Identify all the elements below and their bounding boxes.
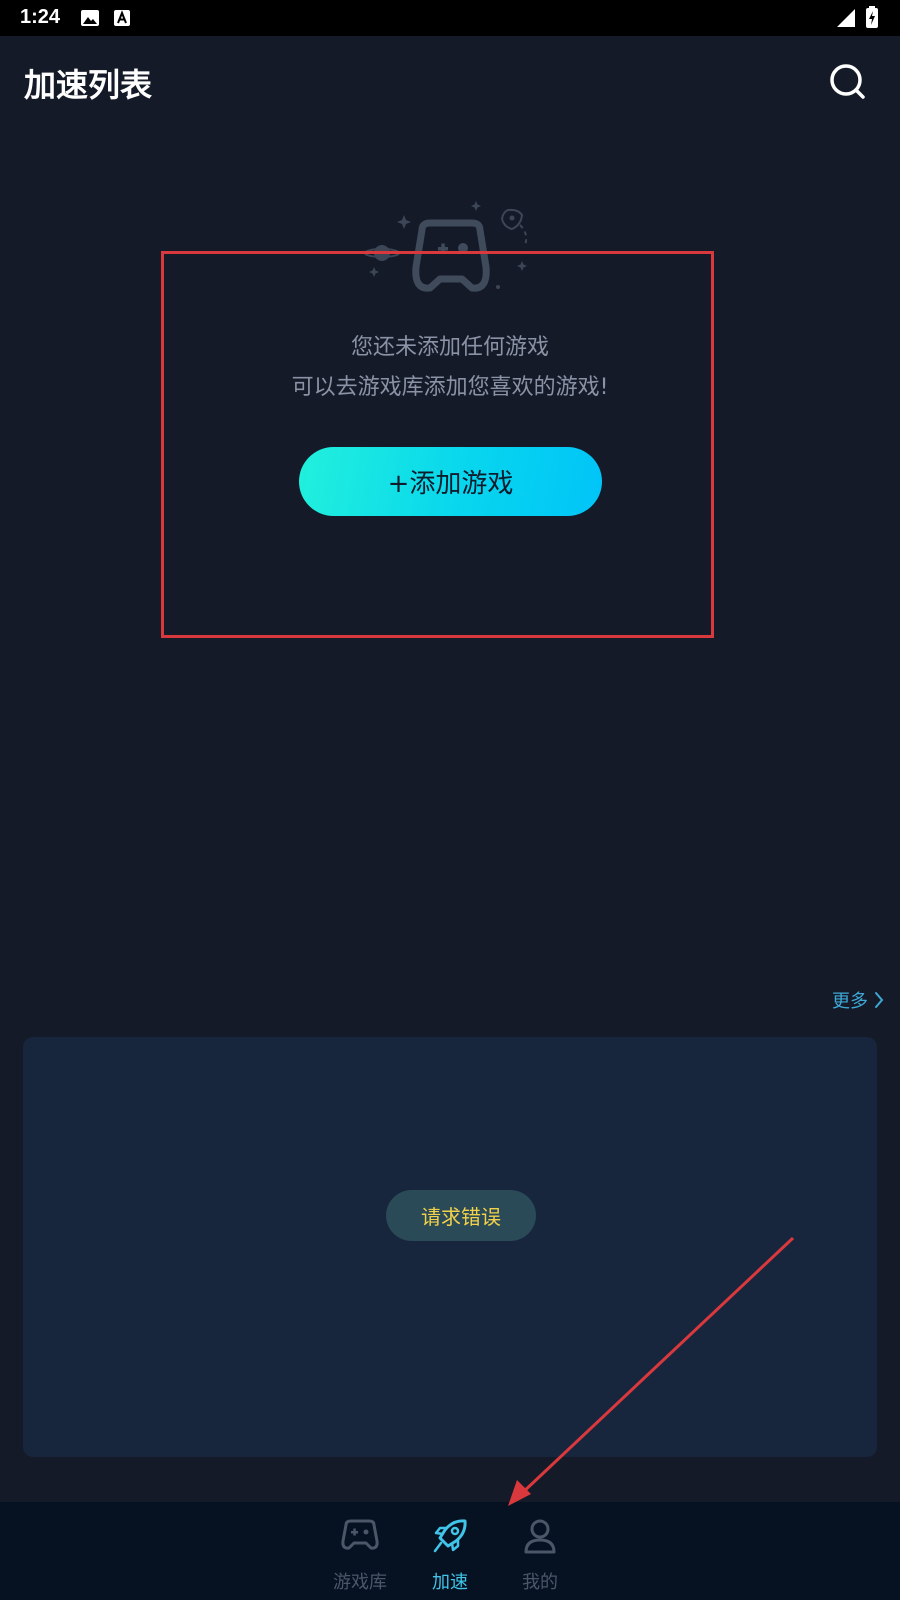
font-notification-icon: [114, 10, 130, 26]
status-bar: 1:24: [0, 0, 900, 36]
tab-accelerate-label: 加速: [432, 1572, 468, 1593]
rocket-icon: [433, 1519, 467, 1553]
cell-signal-icon: [837, 9, 855, 27]
empty-games-illustration-icon: [364, 201, 528, 292]
add-game-button[interactable]: +添加游戏: [299, 447, 602, 516]
search-button[interactable]: [826, 60, 870, 104]
tab-mine-label: 我的: [522, 1572, 558, 1593]
gamepad-icon: [341, 1519, 379, 1550]
highlight-annotation-box: [161, 251, 714, 638]
search-icon: [830, 64, 865, 99]
battery-charging-icon: [866, 6, 878, 28]
user-icon: [524, 1519, 556, 1554]
empty-message-secondary: 可以去游戏库添加您喜欢的游戏!: [291, 375, 609, 400]
tab-accelerate[interactable]: 加速: [405, 1502, 495, 1600]
tab-game-library[interactable]: 游戏库: [315, 1502, 405, 1600]
bottom-nav: 游戏库 加速 我的: [0, 1502, 900, 1600]
tab-mine[interactable]: 我的: [495, 1502, 585, 1600]
more-link-label: 更多: [832, 991, 868, 1012]
request-error-badge[interactable]: 请求错误: [386, 1190, 536, 1241]
chevron-right-icon: [875, 992, 884, 1008]
tab-game-library-label: 游戏库: [333, 1572, 387, 1593]
image-notification-icon: [81, 10, 99, 26]
more-link[interactable]: 更多: [832, 987, 884, 1013]
status-time: 1:24: [20, 6, 61, 28]
banner-card[interactable]: 请求错误: [23, 1037, 877, 1457]
page-title: 加速列表: [24, 66, 153, 104]
empty-message-primary: 您还未添加任何游戏: [350, 335, 549, 360]
